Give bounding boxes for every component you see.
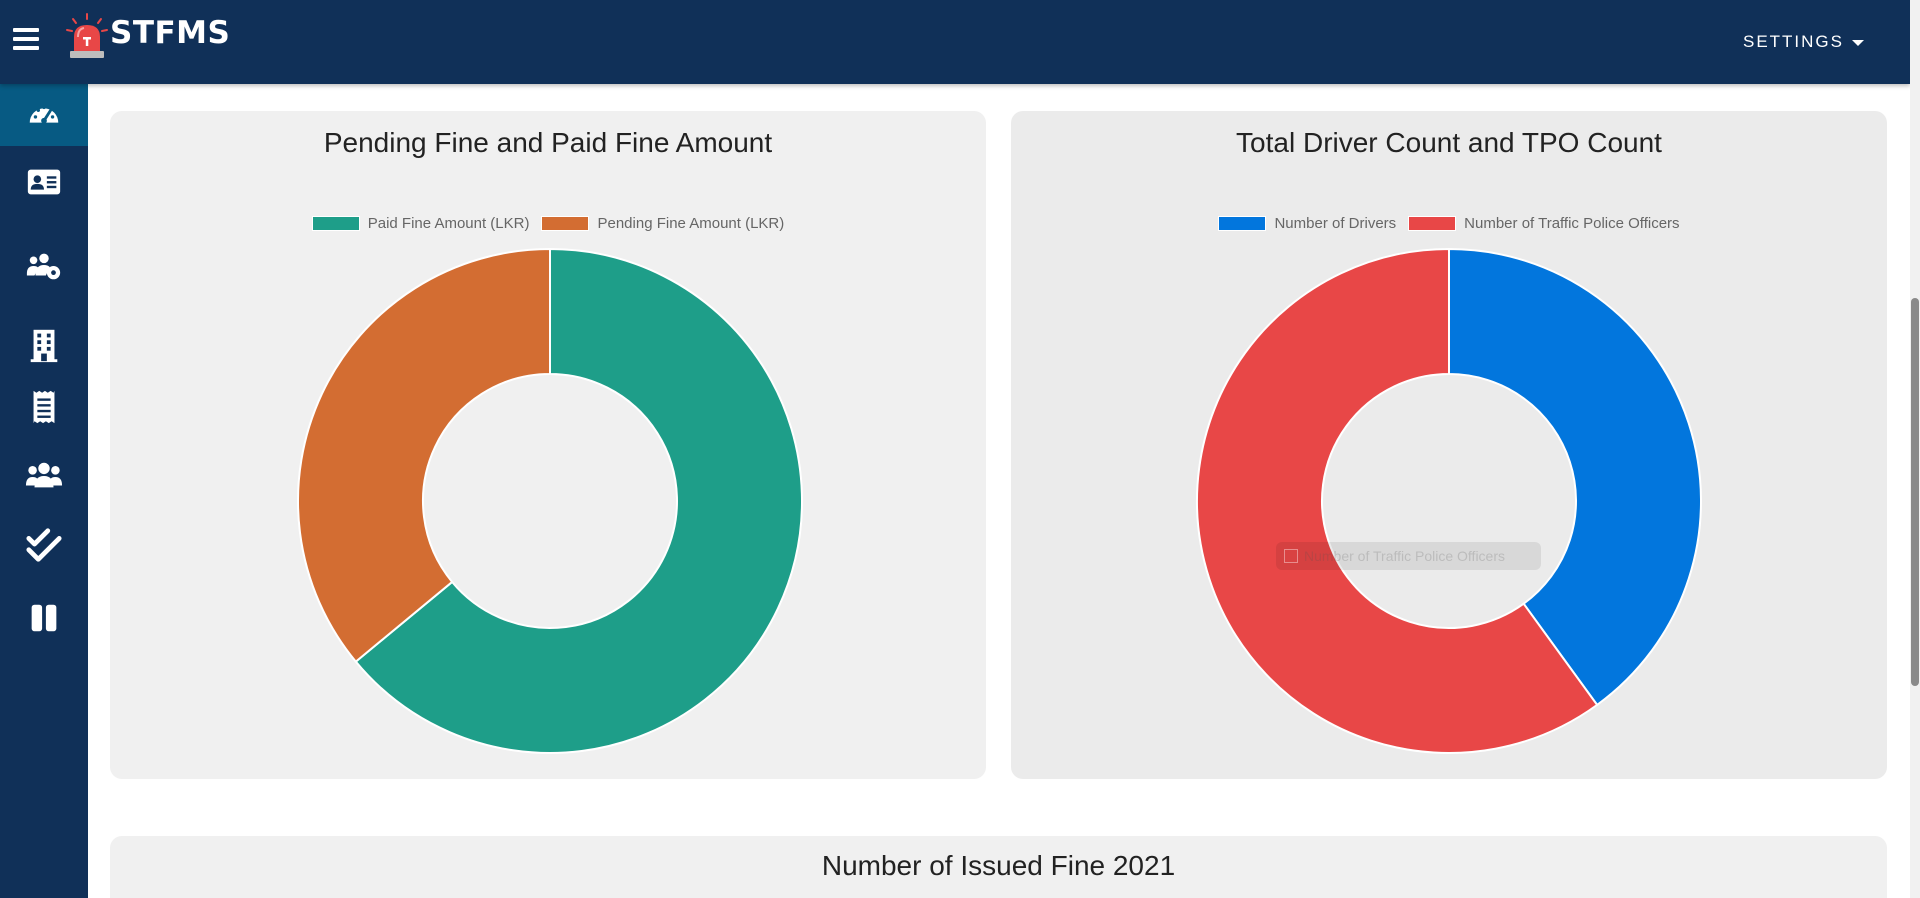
sidebar-item-drivers[interactable]	[0, 445, 88, 507]
legend-label: Number of Drivers	[1274, 215, 1397, 232]
chart-title: Pending Fine and Paid Fine Amount	[323, 127, 773, 158]
slice-pending-fine-amount-lkr[interactable]	[297, 247, 551, 664]
top-navbar: STFMS SETTINGS	[0, 0, 1910, 84]
count-donut-chart	[1196, 247, 1702, 754]
legend-label: Number of Traffic Police Officers	[1464, 215, 1680, 232]
check-double-icon	[26, 528, 62, 562]
settings-dropdown[interactable]: SETTINGS	[1743, 32, 1864, 52]
fine-donut-chart	[297, 247, 803, 754]
tooltip-swatch	[1284, 549, 1298, 563]
sidebar	[0, 84, 88, 898]
legend-swatch	[1408, 216, 1457, 231]
users-cog-icon	[26, 253, 61, 280]
users-icon	[25, 462, 63, 488]
caret-down-icon	[1852, 40, 1864, 46]
legend-item-paid[interactable]: Paid Fine Amount (LKR)	[311, 215, 530, 232]
driver-count-card: Total Driver Count and TPO Count Number …	[1011, 111, 1887, 779]
issued-fine-card: Number of Issued Fine 2021	[110, 836, 1887, 898]
sidebar-item-licenses[interactable]	[0, 151, 88, 213]
legend-item-pending[interactable]: Pending Fine Amount (LKR)	[541, 215, 784, 232]
scrollbar-thumb[interactable]	[1911, 298, 1919, 686]
sidebar-item-approvals[interactable]	[0, 515, 88, 577]
dashboard-icon	[29, 105, 59, 124]
sidebar-item-police-stations[interactable]	[0, 314, 88, 376]
sidebar-item-user-management[interactable]	[0, 235, 88, 297]
main-content: Pending Fine and Paid Fine Amount Paid F…	[88, 84, 1910, 898]
chart-legend: Number of Drivers Number of Traffic Poli…	[1011, 215, 1887, 232]
chart-title: Number of Issued Fine 2021	[821, 850, 1176, 881]
pause-columns-icon	[31, 604, 57, 632]
chart-title: Total Driver Count and TPO Count	[1236, 127, 1662, 158]
sidebar-item-dashboard[interactable]	[0, 84, 88, 146]
receipt-icon	[33, 390, 55, 424]
legend-item-officers[interactable]: Number of Traffic Police Officers	[1408, 215, 1680, 232]
chart-tooltip: Number of Traffic Police Officers	[1276, 542, 1541, 570]
chart-legend: Paid Fine Amount (LKR) Pending Fine Amou…	[110, 215, 986, 232]
app-name: STFMS	[110, 15, 231, 51]
fine-amount-card: Pending Fine and Paid Fine Amount Paid F…	[110, 111, 986, 779]
legend-label: Pending Fine Amount (LKR)	[597, 215, 785, 232]
menu-toggle-icon[interactable]	[13, 28, 39, 50]
brand[interactable]: STFMS	[64, 12, 230, 64]
tooltip-text: Number of Traffic Police Officers	[1304, 548, 1505, 564]
legend-item-drivers[interactable]: Number of Drivers	[1218, 215, 1396, 232]
settings-label: SETTINGS	[1742, 32, 1844, 51]
legend-swatch	[1218, 216, 1267, 231]
legend-swatch	[311, 216, 360, 231]
legend-swatch	[541, 216, 590, 231]
siren-logo-icon	[66, 13, 108, 58]
sidebar-item-fines[interactable]	[0, 376, 88, 438]
building-icon	[30, 329, 58, 363]
id-card-icon	[27, 169, 61, 195]
legend-label: Paid Fine Amount (LKR)	[367, 215, 530, 232]
sidebar-item-reports[interactable]	[0, 587, 88, 649]
